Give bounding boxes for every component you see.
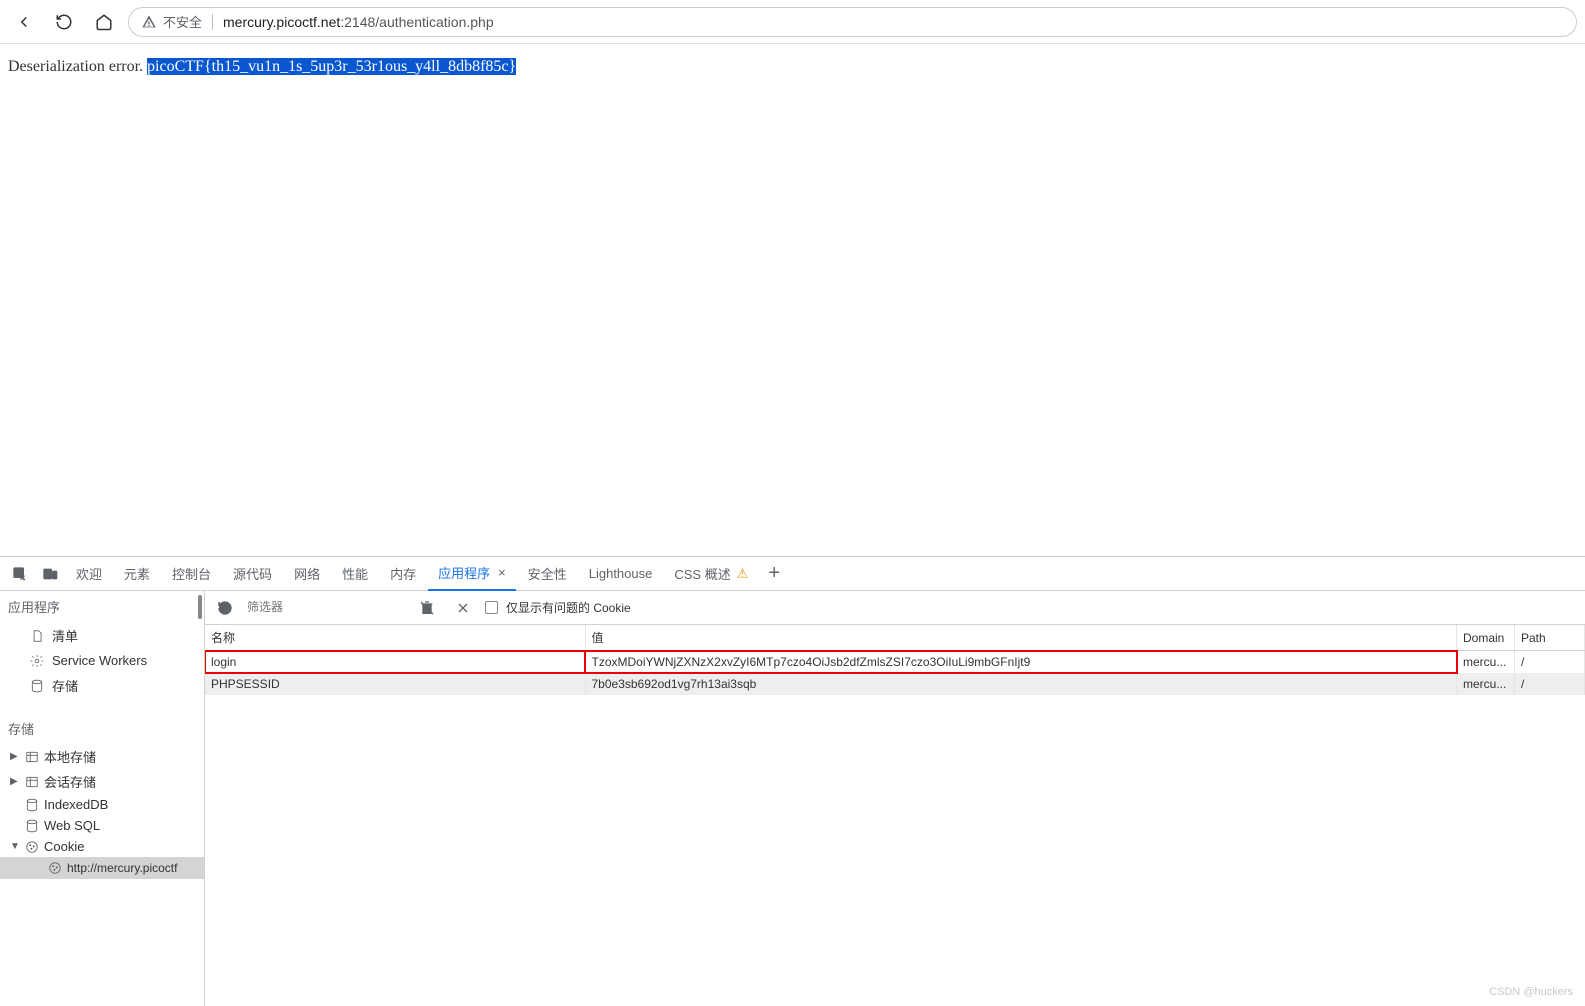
- tree-local-storage[interactable]: ▶ 本地存储: [0, 744, 204, 769]
- tab-lighthouse[interactable]: Lighthouse: [579, 557, 663, 591]
- storage-section-title: 存储: [0, 713, 204, 744]
- tab-console[interactable]: 控制台: [162, 557, 221, 591]
- close-icon[interactable]: ×: [498, 565, 506, 580]
- tab-sources[interactable]: 源代码: [223, 557, 282, 591]
- tab-memory[interactable]: 内存: [380, 557, 426, 591]
- tab-css-overview[interactable]: CSS 概述 ⚠: [664, 557, 758, 591]
- cookie-row-login[interactable]: login TzoxMDoiYWNjZXNzX2xvZyI6MTp7czo4Oi…: [205, 651, 1585, 674]
- sidebar-item-service-workers[interactable]: Service Workers: [0, 649, 204, 672]
- devtools-panel: 欢迎 元素 控制台 源代码 网络 性能 内存 应用程序× 安全性 Lightho…: [0, 556, 1585, 1006]
- tree-indexeddb[interactable]: IndexedDB: [0, 794, 204, 815]
- only-issues-label: 仅显示有问题的 Cookie: [506, 599, 631, 616]
- resize-handle[interactable]: [196, 591, 204, 1006]
- table-header-row: 名称 值 Domain Path: [205, 625, 1585, 651]
- tab-network[interactable]: 网络: [284, 557, 330, 591]
- add-tab-button[interactable]: +: [768, 562, 780, 585]
- watermark: CSDN @huckers: [1489, 986, 1573, 998]
- devtools-main: 仅显示有问题的 Cookie 名称 值 Domain Path: [205, 591, 1585, 1006]
- insecure-indicator: 不安全: [141, 12, 202, 31]
- th-domain[interactable]: Domain: [1457, 625, 1515, 651]
- divider: [212, 14, 213, 30]
- home-button[interactable]: [88, 6, 120, 38]
- clear-all-button[interactable]: [413, 594, 441, 622]
- flag-text[interactable]: picoCTF{th15_vu1n_1s_5up3r_53r1ous_y4ll_…: [147, 58, 516, 75]
- tab-welcome[interactable]: 欢迎: [66, 557, 112, 591]
- th-name[interactable]: 名称: [205, 625, 585, 651]
- url-display: mercury.picoctf.net:2148/authentication.…: [223, 14, 494, 30]
- sidebar-item-storage[interactable]: 存储: [0, 672, 204, 699]
- refresh-button[interactable]: [211, 594, 239, 622]
- cookie-table[interactable]: 名称 值 Domain Path login TzoxMDoiYWNjZXNzX…: [205, 625, 1585, 1006]
- insecure-label: 不安全: [163, 12, 202, 31]
- tree-websql[interactable]: Web SQL: [0, 815, 204, 836]
- page-content: Deserialization error. picoCTF{th15_vu1n…: [0, 44, 1585, 556]
- tab-elements[interactable]: 元素: [114, 557, 160, 591]
- tree-session-storage[interactable]: ▶ 会话存储: [0, 769, 204, 794]
- th-value[interactable]: 值: [585, 625, 1457, 651]
- deserialization-error-text: Deserialization error.: [8, 58, 147, 75]
- cookie-toolbar: 仅显示有问题的 Cookie: [205, 591, 1585, 625]
- reload-button[interactable]: [48, 6, 80, 38]
- app-section-title: 应用程序: [0, 591, 204, 622]
- tree-cookie-origin[interactable]: http://mercury.picoctf: [0, 857, 204, 879]
- delete-button[interactable]: [449, 594, 477, 622]
- tree-cookie[interactable]: ▼ Cookie: [0, 836, 204, 857]
- app-sidebar: 应用程序 清单 Service Workers 存储 存储 ▶ 本地存储 ▶: [0, 591, 205, 1006]
- only-issues-checkbox[interactable]: [485, 601, 498, 614]
- tab-performance[interactable]: 性能: [332, 557, 378, 591]
- browser-toolbar: 不安全 mercury.picoctf.net:2148/authenticat…: [0, 0, 1585, 44]
- warning-icon: ⚠: [737, 566, 749, 582]
- device-toggle-icon[interactable]: [36, 560, 64, 588]
- back-button[interactable]: [8, 6, 40, 38]
- tab-application[interactable]: 应用程序×: [428, 557, 516, 591]
- cookie-row-phpsessid[interactable]: PHPSESSID 7b0e3sb692od1vg7rh13ai3sqb mer…: [205, 673, 1585, 695]
- tab-security[interactable]: 安全性: [518, 557, 577, 591]
- filter-input[interactable]: [247, 597, 377, 619]
- sidebar-item-manifest[interactable]: 清单: [0, 622, 204, 649]
- address-bar[interactable]: 不安全 mercury.picoctf.net:2148/authenticat…: [128, 7, 1577, 37]
- inspect-icon[interactable]: [6, 560, 34, 588]
- devtools-tabbar: 欢迎 元素 控制台 源代码 网络 性能 内存 应用程序× 安全性 Lightho…: [0, 557, 1585, 591]
- th-path[interactable]: Path: [1515, 625, 1585, 651]
